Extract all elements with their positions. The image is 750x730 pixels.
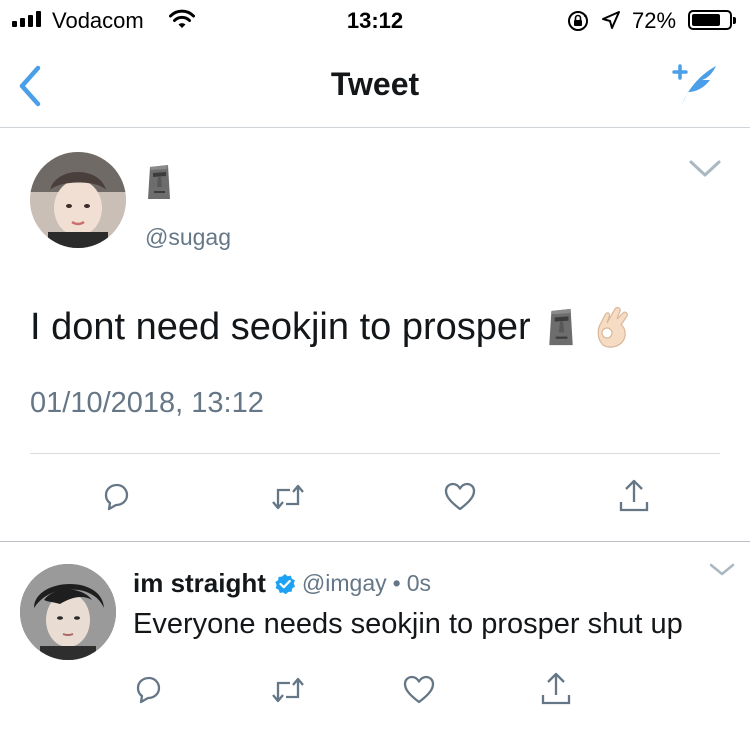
tweet-timestamp: 01/10/2018, 13:12 [30,387,264,419]
divider [30,453,720,454]
like-icon[interactable] [444,482,476,512]
nav-bar: Tweet [0,40,750,128]
reply-actions [0,672,750,708]
battery-icon [688,10,736,30]
moai-emoji-icon [548,308,573,346]
avatar[interactable] [20,564,116,660]
reply-time: 0s [406,570,431,596]
reply-author-name[interactable]: im straight [133,568,266,599]
divider [0,541,750,542]
ok-hand-emoji-icon [597,306,628,348]
tweet-author-handle[interactable]: @sugag [145,224,231,251]
reply-text: Everyone needs seokjin to prosper shut u… [133,608,683,640]
retweet-icon[interactable] [270,675,306,705]
compose-tweet-icon[interactable] [668,60,724,108]
battery-percent: 72% [632,8,677,33]
like-icon[interactable] [403,675,435,705]
avatar[interactable] [30,152,126,248]
separator-dot: • [392,570,401,596]
rotation-lock-icon [568,11,588,31]
tweet-text: I dont need seokjin to prosper [30,305,531,348]
verified-badge-icon [275,573,295,594]
reply-icon[interactable] [101,481,131,511]
tweet-actions [0,478,750,518]
chevron-down-icon[interactable] [708,562,736,578]
reply-icon[interactable] [133,674,163,704]
status-bar: Vodacom 13:12 72% [0,0,750,40]
chevron-down-icon[interactable] [688,158,722,180]
retweet-icon[interactable] [270,482,306,512]
location-arrow-icon [602,11,620,29]
reply-header: im straight @imgay • 0s [133,568,431,599]
tweet-body: I dont need seokjin to prosper [30,305,633,349]
moai-emoji-icon [148,165,170,199]
page-title: Tweet [330,66,420,102]
share-icon[interactable] [618,478,650,514]
share-icon[interactable] [540,671,572,707]
reply-author-handle[interactable]: @imgay [302,570,387,597]
